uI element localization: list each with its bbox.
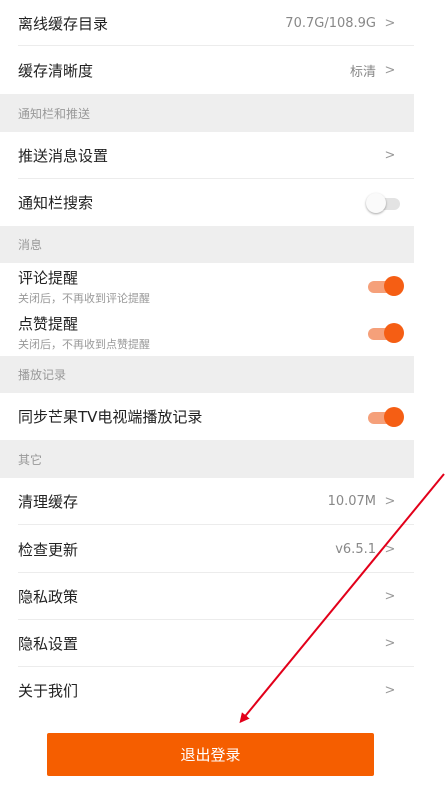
- chevron-right-icon: >: [384, 541, 396, 557]
- cache-quality-row[interactable]: 缓存清晰度 标清 >: [0, 46, 414, 94]
- section-title: 其它: [18, 452, 43, 467]
- chevron-right-icon: >: [384, 589, 396, 604]
- about-us-row[interactable]: 关于我们 >: [0, 667, 414, 714]
- section-header-message: 消息: [0, 226, 414, 263]
- push-settings-row[interactable]: 推送消息设置 >: [0, 132, 414, 179]
- row-label: 离线缓存目录: [18, 14, 109, 33]
- row-label: 隐私设置: [18, 635, 79, 653]
- chevron-right-icon: >: [384, 494, 396, 509]
- storage-value: 70.7G/108.9G: [285, 15, 376, 31]
- section-header-notify: 通知栏和推送: [0, 94, 414, 132]
- row-sublabel: 关闭后，不再收到评论提醒: [18, 291, 150, 305]
- comment-reminder-row: 评论提醒 关闭后，不再收到评论提醒: [0, 263, 414, 309]
- notification-search-toggle[interactable]: [366, 192, 402, 213]
- section-header-history: 播放记录: [0, 356, 414, 393]
- offline-cache-dir-row[interactable]: 离线缓存目录 70.7G/108.9G >: [0, 0, 414, 46]
- chevron-right-icon: >: [384, 683, 396, 698]
- section-title: 播放记录: [18, 368, 67, 382]
- row-label: 检查更新: [18, 540, 79, 559]
- row-label: 点赞提醒: [18, 315, 79, 333]
- sync-tv-history-row: 同步芒果TV电视端播放记录: [0, 393, 414, 440]
- check-update-row[interactable]: 检查更新 v6.5.1 >: [0, 525, 414, 573]
- sync-history-toggle[interactable]: [366, 406, 404, 427]
- like-reminder-toggle[interactable]: [366, 322, 404, 343]
- logout-button[interactable]: 退出登录: [47, 733, 374, 776]
- chevron-right-icon: >: [384, 636, 396, 651]
- privacy-policy-row[interactable]: 隐私政策 >: [0, 573, 414, 620]
- version-value: v6.5.1: [335, 541, 376, 557]
- privacy-settings-row[interactable]: 隐私设置 >: [0, 620, 414, 667]
- settings-screen: 离线缓存目录 70.7G/108.9G > 缓存清晰度 标清 > 通知栏和推送 …: [0, 0, 414, 800]
- section-title: 消息: [18, 238, 43, 252]
- row-sublabel: 关闭后，不再收到点赞提醒: [18, 338, 150, 351]
- clear-cache-row[interactable]: 清理缓存 10.07M >: [0, 478, 414, 525]
- row-label: 推送消息设置: [18, 147, 109, 165]
- row-label: 评论提醒: [18, 268, 79, 287]
- row-label: 通知栏搜索: [18, 194, 94, 212]
- chevron-right-icon: >: [384, 15, 396, 31]
- cache-size-value: 10.07M: [327, 494, 376, 509]
- row-label: 隐私政策: [18, 588, 79, 606]
- row-label: 关于我们: [18, 682, 79, 700]
- quality-value: 标清: [349, 64, 376, 80]
- section-header-other: 其它: [0, 440, 414, 478]
- row-label: 清理缓存: [18, 493, 79, 511]
- chevron-right-icon: >: [384, 148, 396, 163]
- section-title: 通知栏和推送: [18, 106, 91, 121]
- row-label: 同步芒果TV电视端播放记录: [18, 408, 203, 426]
- notification-bar-search-row: 通知栏搜索: [0, 179, 414, 226]
- row-label: 缓存清晰度: [18, 61, 94, 80]
- like-reminder-row: 点赞提醒 关闭后，不再收到点赞提醒: [0, 309, 414, 356]
- chevron-right-icon: >: [384, 62, 396, 78]
- comment-reminder-toggle[interactable]: [366, 276, 404, 296]
